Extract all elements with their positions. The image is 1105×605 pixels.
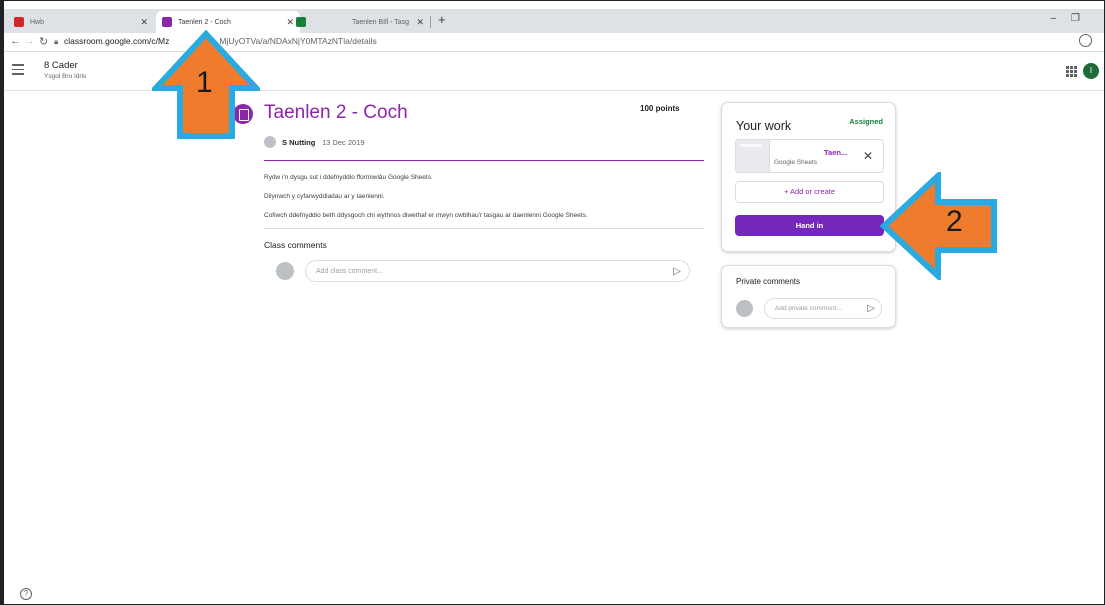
points-label: 100 points: [640, 104, 680, 113]
private-comment-input[interactable]: Add private comment... ▷: [764, 298, 882, 319]
attachment-name[interactable]: Taen...: [824, 148, 847, 157]
close-icon[interactable]: ✕: [140, 17, 148, 28]
tab-label: Taenlen 2 - Coch: [178, 18, 231, 26]
avatar: [736, 300, 753, 317]
author-avatar: [264, 136, 276, 148]
attachment-type: Google Sheets: [774, 159, 818, 166]
description-line: Cofiwch ddefnyddio beth ddysgoch chi wyt…: [264, 212, 588, 219]
annotation-arrow-left: [880, 172, 998, 280]
back-icon[interactable]: ←: [10, 35, 21, 47]
tab-separator: [430, 16, 431, 28]
help-icon[interactable]: ?: [20, 588, 32, 600]
status-badge: Assigned: [849, 117, 883, 126]
description-line: Rydw i'n dysgu sut i ddefnyddio fformiwl…: [264, 174, 433, 181]
restore-icon[interactable]: ❐: [1071, 13, 1080, 24]
private-comments-title: Private comments: [736, 277, 801, 286]
apps-grid-icon[interactable]: [1066, 66, 1077, 77]
sheets-icon: [296, 17, 306, 27]
your-work-title: Your work: [736, 119, 792, 133]
page-title: Taenlen 2 - Coch: [264, 102, 408, 123]
attachment-thumbnail: [736, 140, 770, 172]
school-name: Ysgol Bro Idris: [44, 73, 87, 80]
profile-icon[interactable]: [1079, 34, 1092, 47]
forward-icon[interactable]: →: [24, 35, 35, 47]
menu-icon[interactable]: [12, 64, 24, 78]
tab-label: Taenlen BIll - Tasg: [352, 18, 410, 26]
annotation-number: 2: [946, 205, 963, 238]
private-comments-card: Private comments Add private comment... …: [721, 265, 896, 328]
tab-hwb[interactable]: Hwb ✕: [8, 11, 154, 33]
private-comment-placeholder: Add private comment...: [775, 305, 842, 312]
class-name[interactable]: 8 Cader: [44, 60, 78, 71]
close-icon[interactable]: ✕: [416, 17, 424, 28]
your-work-card: Your work Assigned Taen... Google Sheets…: [721, 102, 896, 252]
new-tab-icon[interactable]: +: [438, 12, 446, 27]
hwb-icon: [14, 17, 24, 27]
hand-in-button[interactable]: Hand in: [735, 215, 884, 236]
close-icon[interactable]: ✕: [863, 149, 873, 163]
tab-label: Hwb: [30, 18, 45, 26]
tab-sheets[interactable]: Taenlen BIll - Tasg ✕: [290, 11, 430, 33]
divider: [264, 160, 704, 161]
class-comment-input[interactable]: Add class comment... ▷: [305, 260, 690, 282]
send-icon[interactable]: ▷: [673, 266, 681, 277]
reload-icon[interactable]: ↻: [39, 35, 48, 48]
avatar[interactable]: I: [1083, 63, 1099, 79]
send-icon[interactable]: ▷: [867, 303, 875, 314]
divider: [264, 228, 704, 229]
classroom-icon: [162, 17, 172, 27]
annotation-number: 1: [196, 66, 213, 99]
attachment-chip[interactable]: Taen... Google Sheets ✕: [735, 139, 884, 173]
post-date: 13 Dec 2019: [322, 138, 365, 147]
avatar: [276, 262, 294, 280]
class-comments-title: Class comments: [264, 240, 327, 250]
lock-icon: 🔒︎: [54, 37, 59, 46]
author-name: S Nutting: [282, 138, 316, 147]
class-comment-placeholder: Add class comment...: [316, 268, 383, 275]
description-line: Dilynwch y cyfarwyddiadau ar y taenlenni…: [264, 193, 385, 200]
add-or-create-button[interactable]: + Add or create: [735, 181, 884, 203]
minimize-icon[interactable]: –: [1050, 13, 1056, 24]
